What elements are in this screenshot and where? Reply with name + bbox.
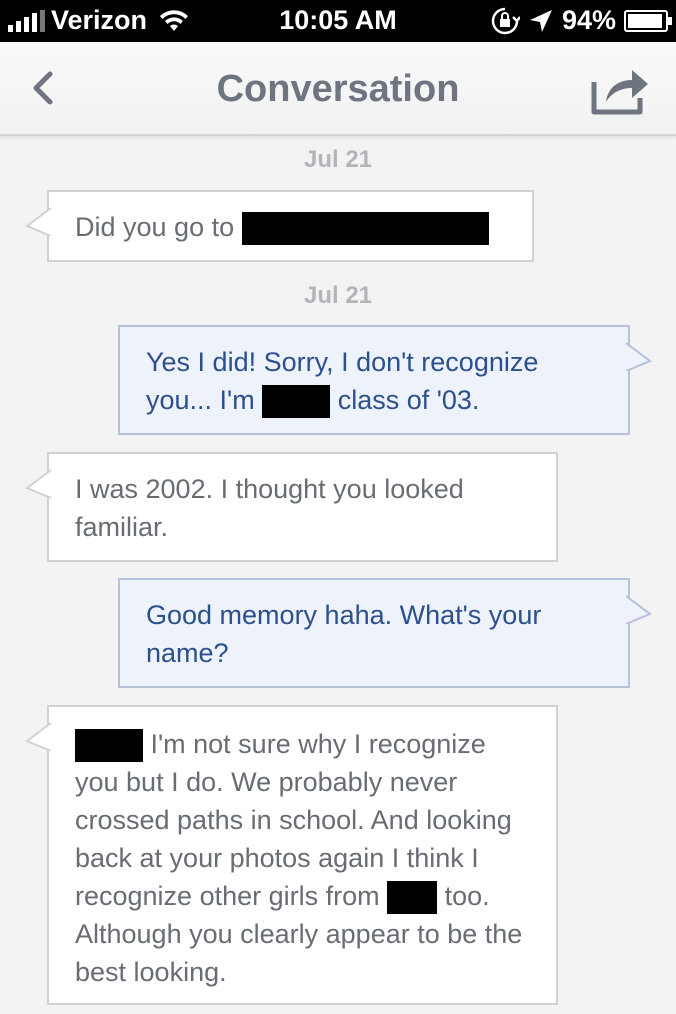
message-incoming: I was 2002. I thought you looked familia… (25, 452, 558, 562)
bubble-tail (625, 342, 652, 371)
redacted-block (387, 881, 438, 915)
share-icon[interactable] (590, 64, 650, 116)
redacted-block (241, 212, 489, 246)
nav-bar: Conversation (0, 42, 676, 136)
message-incoming: Did you go to (25, 190, 534, 262)
message-text: Yes I did! Sorry, I don't recognize (146, 347, 539, 377)
message-outgoing: Yes I did! Sorry, I don't recognize you.… (118, 325, 652, 435)
page-title: Conversation (216, 68, 460, 110)
rotation-lock-icon (491, 7, 520, 34)
message-text: you... I'm (146, 385, 263, 415)
message-incoming: I'm not sure why I recognize you but I d… (25, 705, 558, 1005)
battery-percent: 94% (561, 5, 616, 35)
message-text-line: you... I'm class of '03. (146, 381, 602, 419)
bubble-tail (25, 207, 52, 236)
status-bar: Verizon 10:05 AM 94% (0, 0, 676, 42)
location-arrow-icon (529, 9, 552, 32)
bubble-tail (625, 595, 652, 624)
redacted-block (75, 729, 143, 763)
bubble-tail (25, 722, 52, 751)
message-text: class of '03. (330, 385, 480, 415)
status-right: 94% (490, 5, 672, 36)
battery-fill (628, 13, 662, 28)
bubble-tail (25, 469, 52, 498)
message-outgoing: Good memory haha. What's your name? (118, 578, 652, 688)
date-separator: Jul 21 (303, 146, 373, 173)
message-text: Did you go to (75, 212, 242, 242)
date-separator: Jul 21 (303, 282, 373, 309)
message-text: Good memory haha. What's your name? (146, 600, 542, 668)
redacted-block (262, 385, 331, 419)
battery-icon (624, 9, 672, 32)
message-text: I was 2002. I thought you looked familia… (75, 474, 464, 542)
